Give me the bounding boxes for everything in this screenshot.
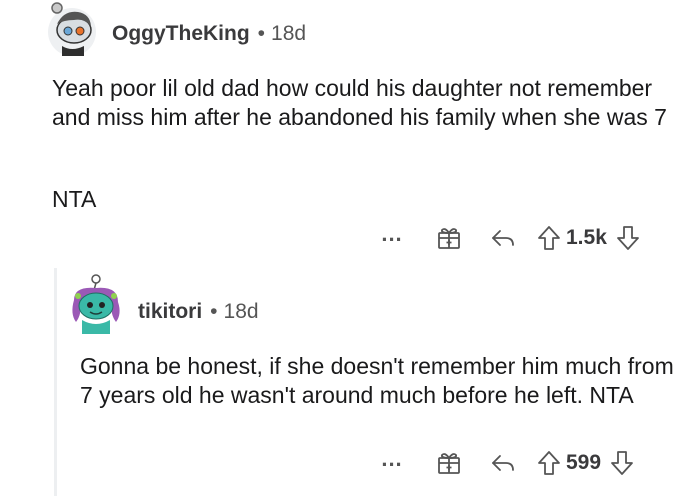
more-options-button[interactable]: ... [372, 446, 412, 472]
downvote-icon[interactable] [607, 450, 637, 476]
comment-body: Gonna be honest, if she doesn't remember… [80, 353, 674, 408]
comment-actions: ... 599 [372, 446, 637, 478]
avatar[interactable] [44, 2, 100, 58]
avatar[interactable] [66, 274, 126, 338]
downvote-icon[interactable] [613, 225, 643, 251]
more-options-button[interactable]: ... [372, 221, 412, 247]
snoo-avatar-icon [48, 2, 96, 56]
reply-icon[interactable] [486, 450, 520, 476]
comment-body: Yeah poor lil old dad how could his daug… [52, 75, 667, 130]
upvote-icon[interactable] [534, 225, 564, 251]
upvote-icon[interactable] [534, 450, 564, 476]
comment-header: tikitori • 18d [138, 300, 259, 324]
snoo-avatar-icon [72, 274, 120, 334]
comment-age: 18d [223, 300, 259, 323]
username[interactable]: tikitori [138, 300, 202, 323]
comment-actions: ... 1.5k [372, 221, 643, 253]
reply-icon[interactable] [486, 225, 520, 251]
comment-age: 18d [271, 22, 307, 45]
vote-score: 1.5k [566, 226, 607, 249]
gift-icon[interactable] [432, 225, 466, 251]
gift-icon[interactable] [432, 450, 466, 476]
username[interactable]: OggyTheKing [112, 22, 250, 45]
comment-header: OggyTheKing • 18d [112, 22, 306, 46]
separator: • [210, 300, 218, 323]
comment-verdict: NTA [52, 186, 97, 212]
thread-line[interactable] [54, 268, 57, 496]
vote-score: 599 [566, 451, 602, 474]
separator: • [257, 22, 266, 45]
